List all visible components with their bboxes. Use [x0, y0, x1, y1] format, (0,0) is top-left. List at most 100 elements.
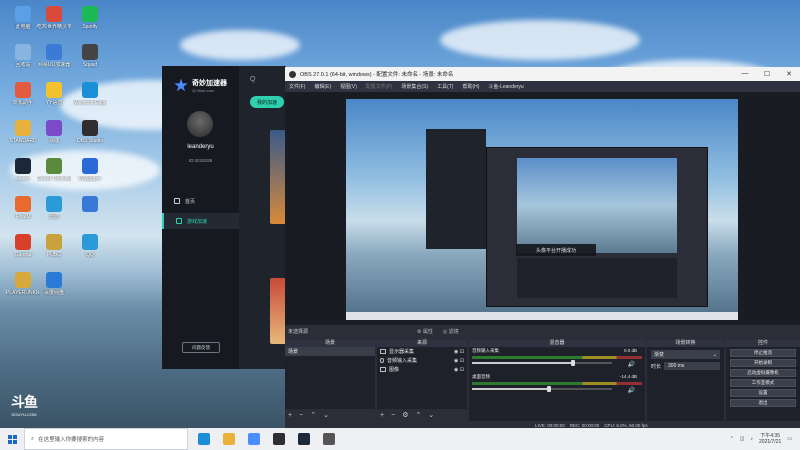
eye-icon[interactable]: ◉ ⊡	[454, 349, 464, 355]
control-button[interactable]: 退出	[730, 399, 796, 407]
desktop-icon[interactable]	[73, 196, 107, 214]
desktop-icon-label: Spotify	[82, 24, 98, 30]
explorer-icon[interactable]	[223, 433, 235, 445]
desktop-icon[interactable]: steam	[6, 158, 40, 182]
menu-item[interactable]: 工具(T)	[437, 83, 453, 90]
source-item[interactable]: 显示器采集 ◉ ⊡	[377, 347, 467, 356]
desktop-icon[interactable]: QQ	[73, 234, 107, 258]
desktop-icon[interactable]: OBS Studio	[73, 120, 107, 144]
dock-title: 来源	[377, 340, 467, 347]
app-icon	[46, 6, 62, 22]
taskbar-search[interactable]: ⌕ 在这里输入你要搜索的内容	[24, 428, 188, 450]
control-button[interactable]: 开始录制	[730, 359, 796, 367]
desktop-icon[interactable]: 网易UU加速器	[37, 44, 71, 68]
maximize-button[interactable]: ☐	[756, 70, 778, 78]
volume-slider[interactable]	[472, 360, 612, 366]
eye-icon[interactable]: ◉ ⊡	[454, 358, 464, 364]
desktop-icon[interactable]: YY语音	[37, 82, 71, 106]
sidebar-item-game-accel[interactable]: 游戏加速	[162, 213, 239, 229]
menu-item[interactable]: 文件(F)	[289, 83, 305, 90]
game-card[interactable]	[270, 278, 286, 344]
volume-slider[interactable]	[472, 386, 612, 392]
edge-icon[interactable]	[198, 433, 210, 445]
steam-icon[interactable]	[298, 433, 310, 445]
mixer-track: 音频输入采集 0.0 dB 🔊	[469, 347, 645, 373]
desktop-icon[interactable]: Wallpaper	[73, 158, 107, 182]
desktop-icon[interactable]: Spotify	[73, 6, 107, 30]
desktop-icon[interactable]: 玩机助手	[6, 82, 40, 106]
add-icon[interactable]: +	[288, 412, 292, 419]
game-icon[interactable]	[323, 433, 335, 445]
clock[interactable]: 下午4:35 2021/7/21	[759, 433, 781, 445]
obs-icon[interactable]	[273, 433, 285, 445]
tab-my-accel[interactable]: 我的加速	[250, 96, 284, 108]
desktop-icon[interactable]: 回收站	[6, 44, 40, 68]
close-button[interactable]: ✕	[778, 70, 800, 78]
eye-icon[interactable]: ◉ ⊡	[454, 367, 464, 373]
slider-knob[interactable]	[547, 386, 551, 392]
desktop-icon[interactable]: PUBG	[37, 234, 71, 258]
desktop-icon[interactable]: 百度网盘	[37, 272, 71, 296]
no-source-label: 未选择源	[288, 329, 309, 335]
desktop-icon[interactable]: Squad	[73, 44, 107, 68]
menu-item[interactable]: 斗鱼-Leanderyu	[488, 83, 523, 90]
speaker-icon[interactable]: 🔊	[628, 361, 635, 368]
move-up-icon[interactable]: ⌃	[415, 411, 421, 419]
source-item-label: 显示器采集	[389, 349, 415, 355]
add-icon[interactable]: +	[380, 412, 384, 419]
obs-preview-area[interactable]: 头像平台开播成功	[285, 92, 800, 325]
control-button[interactable]: 停止推流	[730, 349, 796, 357]
qimiao-icon[interactable]	[248, 433, 260, 445]
gear-icon[interactable]: ⚙	[402, 411, 408, 419]
start-button[interactable]	[0, 428, 24, 450]
menu-item[interactable]: 视图(V)	[340, 83, 357, 90]
control-button[interactable]: 设置	[730, 389, 796, 397]
transition-select[interactable]: 渐变 ⌄	[651, 350, 720, 359]
obs-dock-row: 场景 场景 + − ⌃ ⌄ 来源 显示器采集 ◉ ⊡ 音频输入采集 ◉ ⊡ 图像…	[285, 340, 800, 421]
desktop-icon[interactable]: PLAYERUNKNOWN'S BATTLEG...	[6, 272, 40, 296]
app-icon	[46, 44, 62, 60]
desktop-icon[interactable]: 吃鸡世界精灵平台	[37, 6, 71, 30]
obs-menubar: 文件(F) 编辑(E) 视图(V) 配置文件(P) 场景集合(S) 工具(T) 帮助(H) 斗…	[285, 81, 800, 92]
remove-icon[interactable]: −	[299, 412, 303, 419]
slider-knob[interactable]	[570, 360, 575, 366]
menu-item[interactable]: 场景集合(S)	[401, 83, 428, 90]
controls-dock: 控件 停止推流 开始录制 启动虚拟摄像机 工作室模式 设置 退出	[726, 340, 800, 421]
avatar[interactable]	[187, 111, 213, 137]
menu-item[interactable]: 编辑(E)	[314, 83, 331, 90]
menu-item[interactable]: 配置文件(P)	[366, 83, 393, 90]
source-item[interactable]: 音频输入采集 ◉ ⊡	[377, 356, 467, 365]
control-button[interactable]: 启动虚拟摄像机	[730, 369, 796, 377]
network-icon[interactable]: ◫	[740, 436, 745, 442]
source-item[interactable]: 图像 ◉ ⊡	[377, 365, 467, 374]
desktop-icon[interactable]: FinalM	[6, 196, 40, 220]
feedback-button[interactable]: 问题反馈	[182, 342, 220, 353]
move-up-icon[interactable]: ⌃	[310, 411, 316, 419]
menu-item[interactable]: 帮助(H)	[462, 83, 479, 90]
app-icon	[15, 6, 31, 22]
properties-button[interactable]: ⚙ 属性	[417, 328, 433, 335]
duration-input[interactable]: 300 ms	[664, 362, 720, 370]
desktop-icon[interactable]: 迅游	[37, 196, 71, 220]
filters-button[interactable]: ◎ 滤镜	[443, 328, 459, 335]
search-icon[interactable]: Q	[250, 76, 255, 83]
desktop-icon[interactable]: STANDARD	[6, 120, 40, 144]
remove-icon[interactable]: −	[391, 412, 395, 419]
sidebar-item-home[interactable]: 首页	[162, 193, 239, 209]
scene-item[interactable]: 场景	[285, 347, 375, 356]
desktop-icon[interactable]: Microsoft Edge	[73, 82, 107, 106]
volume-icon[interactable]: ♪	[751, 436, 754, 442]
notification-icon[interactable]: ▭	[787, 436, 792, 442]
minimize-button[interactable]: —	[734, 70, 756, 78]
desktop-icon[interactable]: Garena	[6, 234, 40, 258]
obs-titlebar[interactable]: OBS 27.0.1 (64-bit, windows) - 配置文件: 未命名…	[285, 67, 800, 81]
move-down-icon[interactable]: ⌄	[323, 411, 329, 419]
game-card[interactable]	[270, 130, 286, 224]
desktop-icon[interactable]: 战魂	[37, 120, 71, 144]
desktop-icon[interactable]: 此电脑	[6, 6, 40, 30]
desktop-icon[interactable]: Grand Theft Auto V	[37, 158, 71, 182]
chevron-up-icon[interactable]: ⌃	[730, 436, 734, 442]
speaker-icon[interactable]: 🔊	[628, 387, 635, 394]
move-down-icon[interactable]: ⌄	[428, 411, 434, 419]
control-button[interactable]: 工作室模式	[730, 379, 796, 387]
